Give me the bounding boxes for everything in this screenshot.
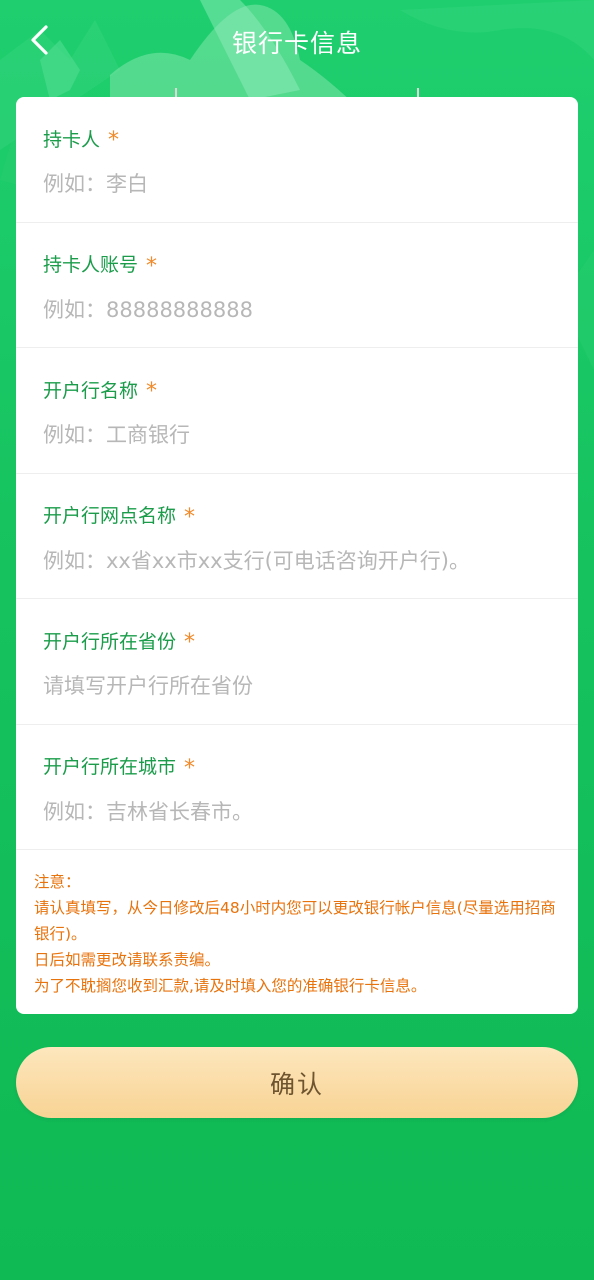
field-label: 开户行网点名称 * <box>43 500 578 530</box>
confirm-button[interactable]: 确认 <box>16 1047 578 1118</box>
bank-card-form: 持卡人 * 持卡人账号 * 开户行名称 * 开户行网点名称 * 开户行所在省份 … <box>16 97 578 1014</box>
required-mark: * <box>108 128 120 153</box>
notice-text: 注意： 请认真填写，从今日修改后48小时内您可以更改银行帐户信息(尽量选用招商银… <box>34 869 564 999</box>
field-city: 开户行所在城市 * <box>16 725 578 850</box>
field-label: 持卡人 * <box>43 123 578 153</box>
bank-name-input[interactable] <box>43 418 553 452</box>
field-account-number: 持卡人账号 * <box>16 223 578 348</box>
account-number-input[interactable] <box>43 292 553 327</box>
notice-line: 请认真填写，从今日修改后48小时内您可以更改银行帐户信息(尽量选用招商银行)。 <box>34 899 556 943</box>
field-province: 开户行所在省份 * <box>16 599 578 725</box>
notice-heading: 注意： <box>34 873 81 891</box>
required-mark: * <box>146 379 158 404</box>
field-label: 持卡人账号 * <box>43 249 578 279</box>
field-label-text: 持卡人 <box>43 128 101 151</box>
field-bank-name: 开户行名称 * <box>16 348 578 474</box>
notice-line: 为了不耽搁您收到汇款,请及时填入您的准确银行卡信息。 <box>34 977 427 995</box>
field-branch-name: 开户行网点名称 * <box>16 474 578 599</box>
field-cardholder: 持卡人 * <box>16 97 578 223</box>
field-label-text: 开户行网点名称 <box>43 505 177 527</box>
notice-line: 日后如需更改请联系责编。 <box>34 951 221 969</box>
field-label-text: 开户行所在城市 <box>43 756 177 778</box>
required-mark: * <box>184 630 196 655</box>
cardholder-input[interactable] <box>43 167 553 201</box>
field-label-text: 开户行名称 <box>43 379 139 402</box>
header-bar: 银行卡信息 <box>0 0 594 84</box>
field-label: 开户行名称 * <box>43 374 578 404</box>
required-mark: * <box>146 253 158 279</box>
city-input[interactable] <box>43 794 553 829</box>
field-label-text: 开户行所在省份 <box>43 630 177 653</box>
required-mark: * <box>184 755 196 781</box>
required-mark: * <box>184 504 196 530</box>
field-label: 开户行所在省份 * <box>43 625 578 655</box>
page-title: 银行卡信息 <box>231 29 362 58</box>
province-input[interactable] <box>43 669 553 703</box>
field-label: 开户行所在城市 * <box>43 751 578 781</box>
field-label-text: 持卡人账号 <box>43 254 139 276</box>
branch-name-input[interactable] <box>43 543 553 578</box>
